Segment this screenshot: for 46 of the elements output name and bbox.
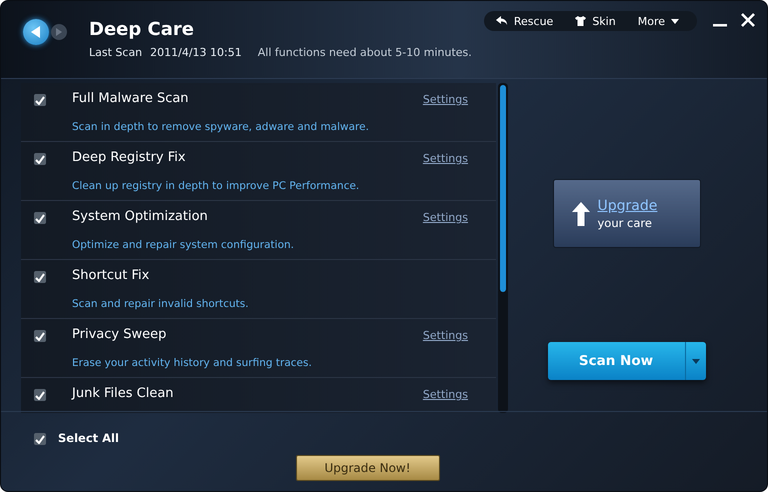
upgrade-card[interactable]: Upgrade your care bbox=[552, 179, 700, 248]
settings-link[interactable]: Settings bbox=[422, 329, 468, 350]
forward-button[interactable] bbox=[51, 24, 67, 40]
option-title: Full Malware Scan bbox=[72, 91, 190, 108]
caret-icon bbox=[671, 18, 679, 24]
option-title: Shortcut Fix bbox=[72, 268, 150, 285]
up-arrow-icon bbox=[572, 202, 590, 226]
option-description: Scan and repair invalid shortcuts. bbox=[72, 298, 250, 312]
upgrade-caption: your care bbox=[598, 216, 653, 230]
checkbox[interactable] bbox=[34, 153, 46, 165]
option-description: Scan in depth to remove spyware, adware and malware. bbox=[72, 120, 370, 134]
upgrade-link[interactable]: Upgrade bbox=[598, 198, 658, 214]
option-title: System Optimization bbox=[72, 209, 209, 226]
option-description: Clean up registry in depth to improve PC Performance. bbox=[72, 180, 360, 194]
settings-link[interactable]: Settings bbox=[422, 152, 468, 174]
option-description: Optimize and repair system configuration. bbox=[72, 238, 296, 252]
back-arrow-icon bbox=[31, 26, 41, 38]
checkbox[interactable] bbox=[34, 330, 46, 342]
checkbox[interactable] bbox=[34, 212, 46, 224]
last-scan-time: 2011/4/13 10:51 bbox=[150, 46, 242, 59]
checkbox[interactable] bbox=[34, 94, 46, 106]
undo-icon bbox=[496, 16, 508, 26]
last-scan-label: Last Scan bbox=[89, 46, 142, 59]
close-icon[interactable] bbox=[741, 13, 755, 27]
option-description: Erase your activity history and surfing traces. bbox=[72, 356, 313, 370]
select-all-label: Select All bbox=[58, 430, 119, 444]
settings-link[interactable]: Settings bbox=[422, 93, 468, 114]
settings-link[interactable]: Settings bbox=[422, 211, 468, 232]
option-title: Deep Registry Fix bbox=[72, 150, 187, 167]
option-title: Junk Files Clean bbox=[72, 386, 175, 403]
scrollbar[interactable] bbox=[498, 83, 508, 413]
duration-note: All functions need about 5-10 minutes. bbox=[258, 46, 472, 59]
back-button[interactable] bbox=[23, 19, 49, 45]
upgrade-now-button[interactable]: Upgrade Now! bbox=[296, 455, 440, 481]
window-title: Deep Care bbox=[89, 19, 195, 40]
toolbar-button[interactable]: Skin bbox=[575, 14, 616, 28]
caret-icon bbox=[692, 358, 700, 364]
checkbox[interactable] bbox=[34, 433, 46, 445]
checkbox[interactable] bbox=[34, 389, 46, 401]
toolbar-button[interactable]: More bbox=[638, 14, 679, 28]
checkbox[interactable] bbox=[34, 271, 46, 283]
settings-link[interactable]: Settings bbox=[422, 388, 468, 413]
shirt-icon bbox=[575, 16, 586, 26]
toolbar-button[interactable]: Rescue bbox=[496, 14, 554, 28]
forward-arrow-icon bbox=[56, 28, 62, 36]
option-title: Privacy Sweep bbox=[72, 327, 168, 344]
